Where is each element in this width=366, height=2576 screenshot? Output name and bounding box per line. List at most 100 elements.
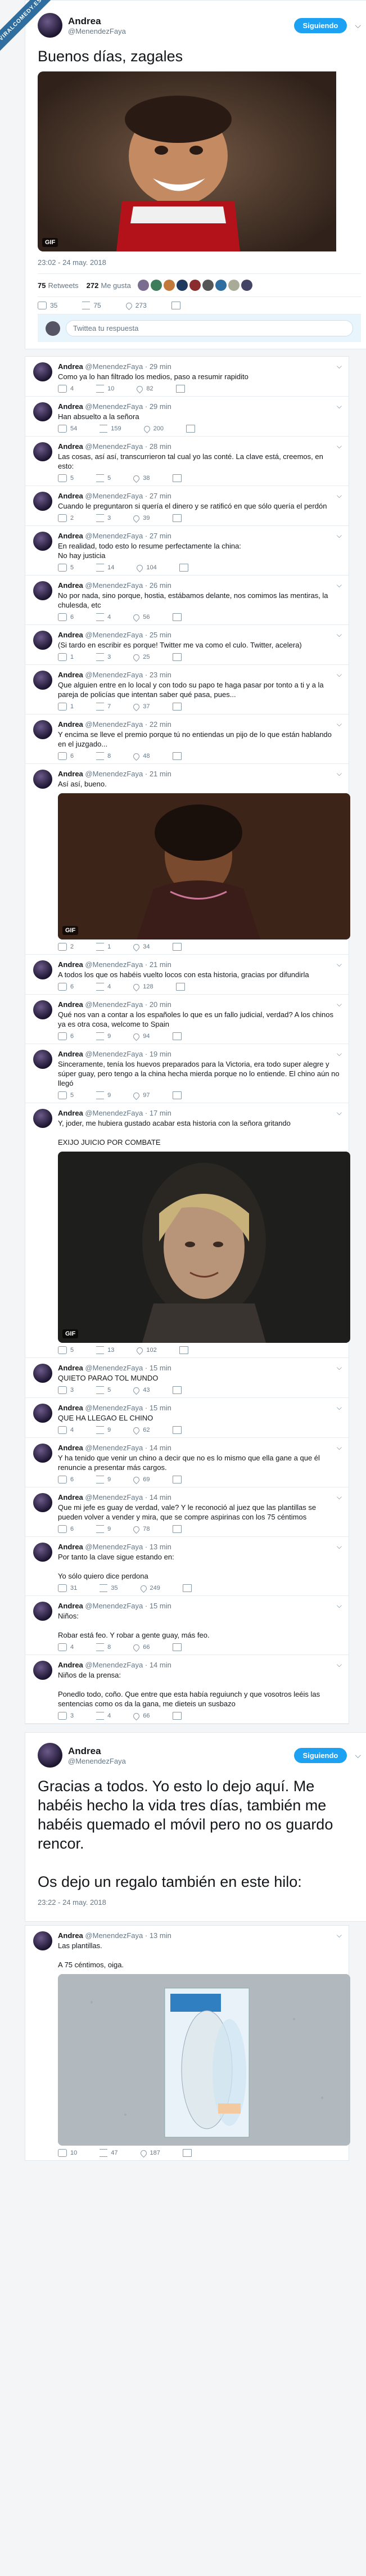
- author-handle[interactable]: @MenendezFaya: [85, 1602, 143, 1610]
- liker-avatar[interactable]: [163, 280, 175, 291]
- tweet-time[interactable]: 13 min: [150, 1543, 171, 1551]
- author-handle[interactable]: @MenendezFaya: [85, 960, 143, 969]
- retweet-button[interactable]: 4: [96, 613, 111, 621]
- thread-tweet[interactable]: Andrea @MenendezFaya · 14 min Y ha tenid…: [25, 1438, 349, 1487]
- avatar[interactable]: [33, 720, 52, 739]
- author-name[interactable]: Andrea: [68, 16, 126, 27]
- thread-tweet[interactable]: Andrea @MenendezFaya · 29 min Como ya lo…: [25, 357, 349, 397]
- author-name[interactable]: Andrea: [58, 720, 83, 729]
- liker-avatar[interactable]: [137, 280, 149, 291]
- reply-button[interactable]: 2: [58, 514, 74, 522]
- author-name[interactable]: Andrea: [58, 1050, 83, 1058]
- avatar[interactable]: [33, 960, 52, 979]
- author-handle[interactable]: @MenendezFaya: [85, 362, 143, 371]
- author-handle[interactable]: @MenendezFaya: [85, 1543, 143, 1551]
- chevron-down-icon[interactable]: ⌵: [337, 1404, 342, 1412]
- thread-tweet[interactable]: Andrea @MenendezFaya · 26 min No por nad…: [25, 576, 349, 625]
- tweet-time[interactable]: 14 min: [150, 1661, 171, 1669]
- author-handle[interactable]: @MenendezFaya: [85, 720, 143, 729]
- avatar[interactable]: [33, 1602, 52, 1621]
- author-name[interactable]: Andrea: [58, 1404, 83, 1412]
- message-button[interactable]: [172, 514, 185, 522]
- timestamp[interactable]: 23:22 - 24 may. 2018: [38, 1898, 361, 1907]
- author-name[interactable]: Andrea: [58, 631, 83, 639]
- avatar[interactable]: [33, 1109, 52, 1128]
- likes-count[interactable]: 272: [87, 281, 99, 290]
- message-button[interactable]: [172, 1476, 185, 1483]
- avatar[interactable]: [33, 442, 52, 461]
- message-button[interactable]: [179, 564, 192, 572]
- tweet-time[interactable]: 14 min: [150, 1493, 171, 1501]
- reply-button[interactable]: 2: [58, 943, 74, 951]
- avatar[interactable]: [33, 671, 52, 690]
- message-button[interactable]: [172, 1712, 185, 1720]
- reply-button[interactable]: 1: [58, 653, 74, 661]
- author-handle[interactable]: @MenendezFaya: [85, 492, 143, 500]
- like-button[interactable]: 34: [132, 942, 150, 951]
- follow-button[interactable]: Siguiendo: [293, 1747, 347, 1763]
- liker-avatar[interactable]: [176, 280, 188, 291]
- tweet-time[interactable]: 15 min: [150, 1364, 171, 1372]
- chevron-down-icon[interactable]: ⌵: [337, 1109, 342, 1117]
- chevron-down-icon[interactable]: ⌵: [337, 442, 342, 451]
- chevron-down-icon[interactable]: ⌵: [337, 1364, 342, 1372]
- reply-button[interactable]: 6: [58, 752, 74, 760]
- author-handle[interactable]: @MenendezFaya: [85, 1050, 143, 1058]
- tweet-time[interactable]: 27 min: [150, 492, 171, 500]
- tweet-gif[interactable]: GIF: [58, 793, 350, 939]
- follow-button[interactable]: Siguiendo: [293, 17, 347, 33]
- retweet-button[interactable]: 159: [100, 425, 121, 433]
- retweet-button[interactable]: 9: [96, 1476, 111, 1483]
- like-button[interactable]: 48: [132, 752, 150, 761]
- retweets-count[interactable]: 75: [38, 281, 46, 290]
- reply-button[interactable]: 4: [58, 1426, 74, 1434]
- retweet-button[interactable]: 5: [96, 474, 111, 482]
- message-button[interactable]: [172, 1525, 185, 1533]
- message-button[interactable]: [172, 1091, 185, 1099]
- like-button[interactable]: 43: [132, 1386, 150, 1395]
- like-button[interactable]: 62: [132, 1426, 150, 1435]
- chevron-down-icon[interactable]: ⌵: [337, 671, 342, 679]
- tweet-time[interactable]: 20 min: [150, 1000, 171, 1009]
- like-button[interactable]: 78: [132, 1525, 150, 1534]
- thread-tweet[interactable]: Andrea @MenendezFaya · 15 min QUE HA LLE…: [25, 1398, 349, 1438]
- author-name[interactable]: Andrea: [58, 671, 83, 679]
- thread-tweet[interactable]: Andrea @MenendezFaya · 21 min A todos lo…: [25, 955, 349, 995]
- reply-button[interactable]: 31: [58, 1584, 77, 1592]
- retweet-button[interactable]: 8: [96, 1643, 111, 1651]
- reply-button[interactable]: 35: [38, 302, 57, 309]
- author-handle[interactable]: @MenendezFaya: [85, 631, 143, 639]
- thread-tweet[interactable]: Andrea @MenendezFaya · 17 min Y, joder, …: [25, 1103, 350, 1358]
- thread-tweet[interactable]: Andrea @MenendezFaya · 22 min Y encima s…: [25, 714, 349, 764]
- author-handle[interactable]: @MenendezFaya: [85, 1444, 143, 1452]
- thread-tweet[interactable]: Andrea @MenendezFaya · 21 min Así así, b…: [25, 764, 350, 955]
- tweet-time[interactable]: 29 min: [150, 402, 171, 411]
- tweet-time[interactable]: 15 min: [150, 1404, 171, 1412]
- reply-button[interactable]: 6: [58, 613, 74, 621]
- like-button[interactable]: 128: [132, 982, 153, 991]
- message-button[interactable]: [172, 1032, 185, 1040]
- author-name[interactable]: Andrea: [58, 1444, 83, 1452]
- author-name[interactable]: Andrea: [58, 1602, 83, 1610]
- liker-avatar[interactable]: [189, 280, 201, 291]
- liker-avatar[interactable]: [150, 280, 162, 291]
- author-handle[interactable]: @MenendezFaya: [85, 532, 143, 540]
- thread-tweet[interactable]: Andrea @MenendezFaya · 20 min Qué nos va…: [25, 995, 349, 1044]
- message-button[interactable]: [182, 2149, 195, 2157]
- like-button[interactable]: 94: [132, 1032, 150, 1041]
- retweet-button[interactable]: 47: [100, 2149, 118, 2157]
- message-button[interactable]: [182, 1584, 195, 1592]
- thread-tweet[interactable]: Andrea @MenendezFaya · 14 min Niños de l…: [25, 1655, 349, 1724]
- author-name[interactable]: Andrea: [58, 960, 83, 969]
- timestamp[interactable]: 23:02 - 24 may. 2018: [38, 258, 361, 267]
- retweet-button[interactable]: 9: [96, 1091, 111, 1099]
- retweet-button[interactable]: 4: [96, 983, 111, 991]
- author-name[interactable]: Andrea: [58, 1364, 83, 1372]
- liker-avatar[interactable]: [228, 280, 240, 291]
- chevron-down-icon[interactable]: ⌵: [337, 720, 342, 729]
- like-button[interactable]: 82: [135, 384, 153, 393]
- message-button[interactable]: [171, 302, 184, 309]
- tweet-time[interactable]: 19 min: [150, 1050, 171, 1058]
- reply-button[interactable]: 5: [58, 564, 74, 572]
- chevron-down-icon[interactable]: ⌵: [337, 1931, 342, 1940]
